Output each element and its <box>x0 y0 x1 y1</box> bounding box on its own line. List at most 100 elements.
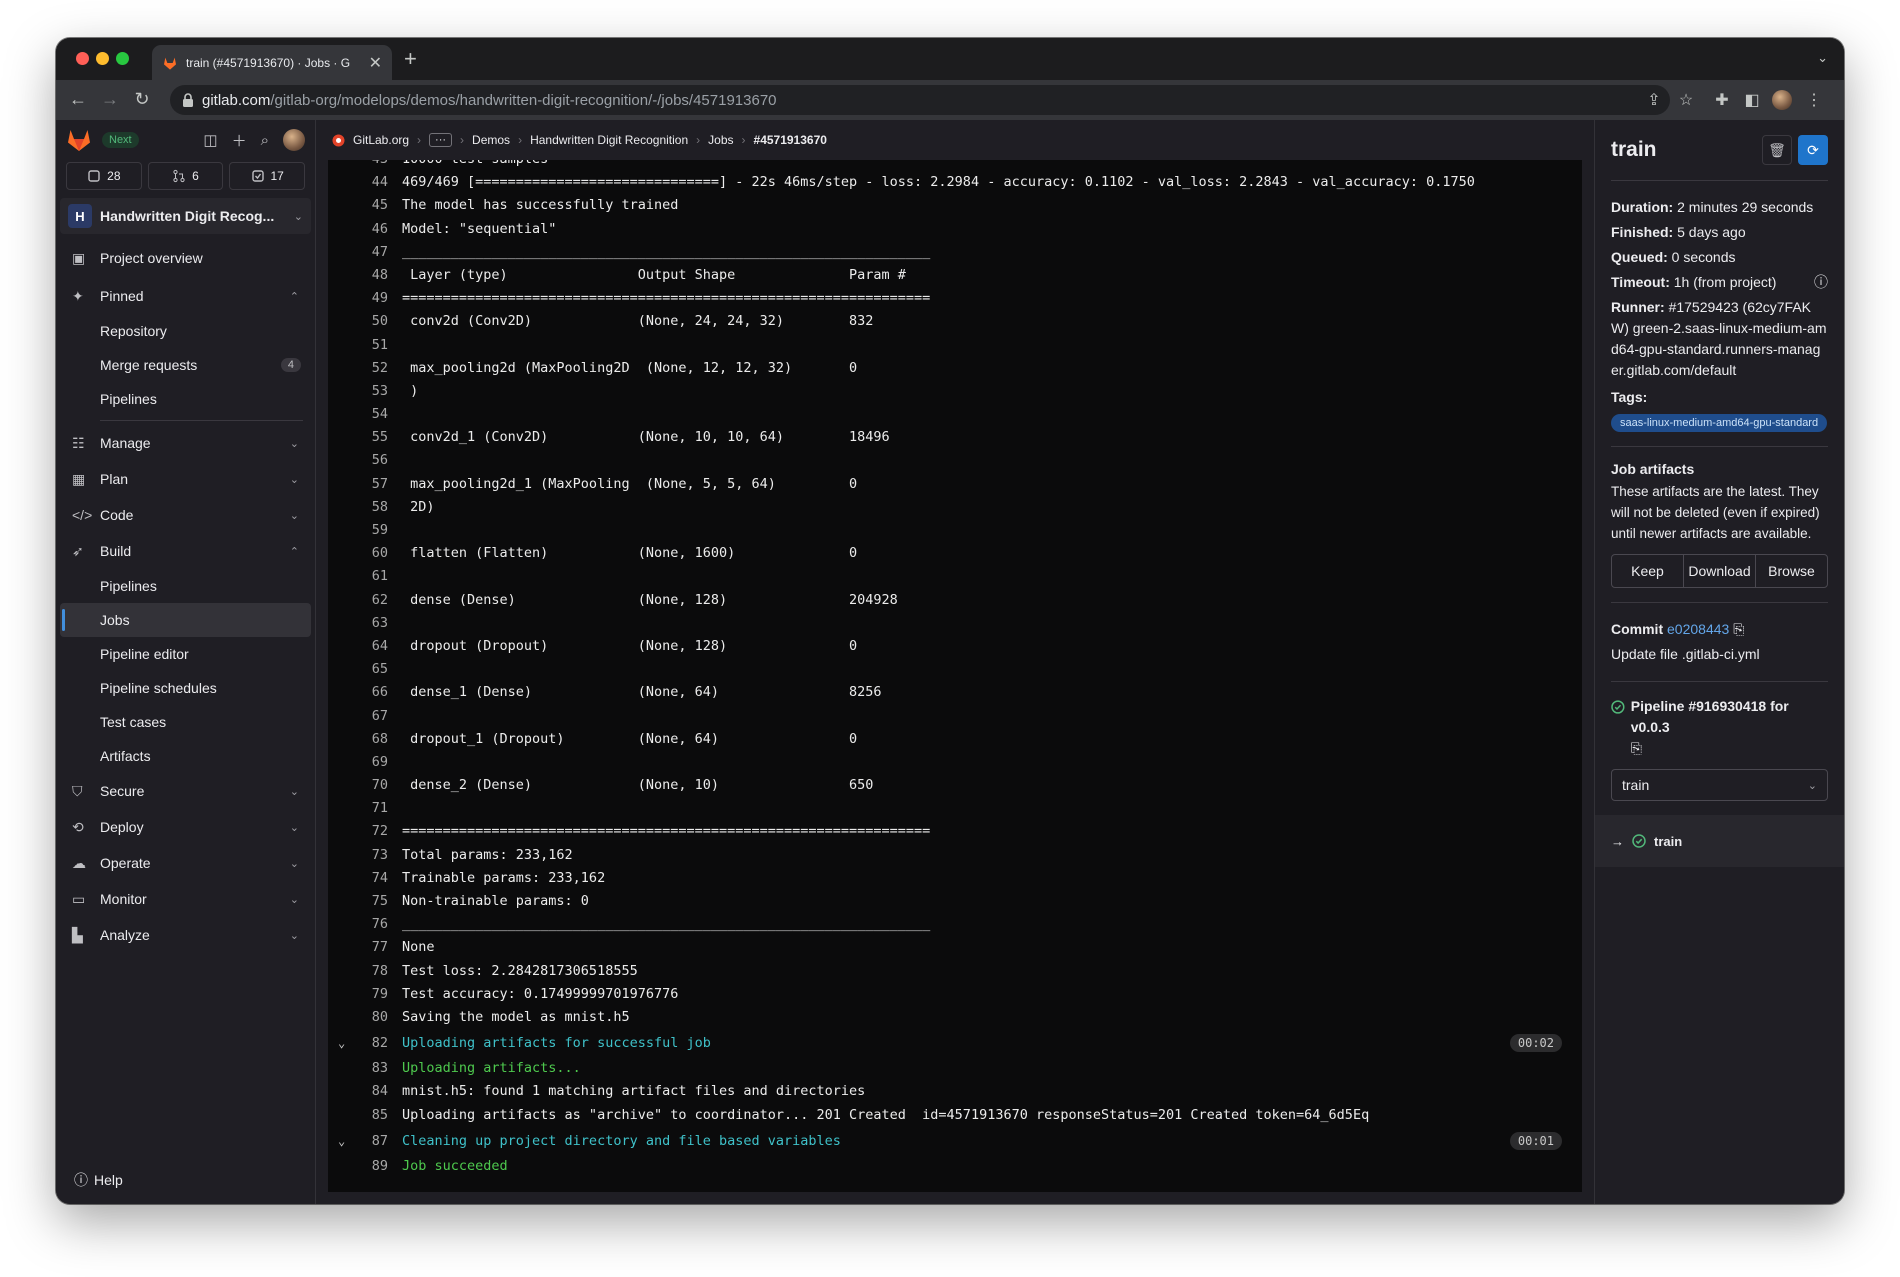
line-number[interactable]: 47 <box>356 241 388 264</box>
keep-button[interactable]: Keep <box>1612 555 1684 587</box>
breadcrumb-job[interactable]: #4571913670 <box>754 133 827 147</box>
retry-job-button[interactable]: ⟳ <box>1798 135 1828 165</box>
breadcrumb-project[interactable]: Handwritten Digit Recognition <box>530 133 688 147</box>
collapse-sidebar-icon[interactable]: ◫ <box>203 131 217 149</box>
nav-pinned[interactable]: ✦ Pinned ⌃ <box>56 278 315 314</box>
line-number[interactable]: 54 <box>356 403 388 426</box>
line-number[interactable]: 71 <box>356 797 388 820</box>
build-item-pipelines[interactable]: Pipelines <box>56 569 315 603</box>
search-icon[interactable]: ⌕ <box>261 132 269 149</box>
line-number[interactable]: 85 <box>356 1104 388 1127</box>
line-number[interactable]: 58 <box>356 496 388 519</box>
log-section-header[interactable]: ⌄ 87 Cleaning up project directory and fil… <box>328 1127 1582 1155</box>
nav-deploy[interactable]: ⟲ Deploy ⌄ <box>56 809 315 845</box>
line-number[interactable]: 89 <box>356 1155 388 1178</box>
build-item-pipeline-schedules[interactable]: Pipeline schedules <box>56 671 315 705</box>
reload-icon[interactable]: ↻ <box>130 89 154 110</box>
todos-counter[interactable]: 17 <box>229 162 306 190</box>
build-item-test-cases[interactable]: Test cases <box>56 705 315 739</box>
merge-requests-counter[interactable]: 6 <box>147 162 224 190</box>
erase-log-button[interactable]: 🗑 <box>1762 135 1792 165</box>
nav-code[interactable]: </> Code ⌄ <box>56 497 315 533</box>
line-number[interactable]: 51 <box>356 334 388 357</box>
commit-sha-link[interactable]: e0208443 <box>1667 621 1729 637</box>
browse-button[interactable]: Browse <box>1756 555 1827 587</box>
build-item-jobs[interactable]: Jobs <box>60 603 311 637</box>
extensions-icon[interactable]: ✚ <box>1712 90 1732 110</box>
pipeline-link[interactable]: Pipeline #916930418 for v0.0.3 <box>1631 698 1789 735</box>
nav-build[interactable]: ➶ Build ⌃ <box>56 533 315 569</box>
line-number[interactable]: 44 <box>356 171 388 194</box>
line-number[interactable]: 48 <box>356 264 388 287</box>
new-tab-button[interactable]: + <box>404 46 417 72</box>
collapse-section-icon[interactable]: ⌄ <box>338 1127 345 1155</box>
line-number[interactable]: 62 <box>356 589 388 612</box>
download-button[interactable]: Download <box>1684 555 1756 587</box>
line-number[interactable]: 49 <box>356 287 388 310</box>
nav-operate[interactable]: ☁ Operate ⌄ <box>56 845 315 881</box>
line-number[interactable]: 73 <box>356 844 388 867</box>
line-number[interactable]: 45 <box>356 194 388 217</box>
collapse-section-icon[interactable]: ⌄ <box>338 1029 345 1057</box>
close-tab-icon[interactable]: ✕ <box>369 53 382 73</box>
line-number[interactable]: 69 <box>356 751 388 774</box>
line-number[interactable]: 64 <box>356 635 388 658</box>
line-number[interactable]: 65 <box>356 658 388 681</box>
line-number[interactable]: 72 <box>356 820 388 843</box>
line-number[interactable]: 50 <box>356 310 388 333</box>
line-number[interactable]: 60 <box>356 542 388 565</box>
line-number[interactable]: 74 <box>356 867 388 890</box>
gitlab-logo-icon[interactable] <box>66 128 92 152</box>
project-switcher[interactable]: H Handwritten Digit Recog... ⌄ <box>60 198 311 234</box>
pinned-item-merge-requests[interactable]: Merge requests 4 <box>56 348 315 382</box>
build-item-artifacts[interactable]: Artifacts <box>56 739 315 773</box>
close-window-button[interactable] <box>76 52 89 65</box>
line-number[interactable]: 53 <box>356 380 388 403</box>
breadcrumb-jobs[interactable]: Jobs <box>708 133 733 147</box>
maximize-window-button[interactable] <box>116 52 129 65</box>
create-new-icon[interactable]: ＋ <box>232 130 247 151</box>
line-number[interactable]: 75 <box>356 890 388 913</box>
line-number[interactable]: 76 <box>356 913 388 936</box>
line-number[interactable]: 68 <box>356 728 388 751</box>
back-icon[interactable]: ← <box>66 89 90 110</box>
nav-monitor[interactable]: ▭ Monitor ⌄ <box>56 881 315 917</box>
line-number[interactable]: 78 <box>356 960 388 983</box>
profile-avatar-icon[interactable] <box>1772 90 1792 110</box>
runner-tag[interactable]: saas-linux-medium-amd64-gpu-standard <box>1611 414 1828 432</box>
breadcrumb-more-button[interactable]: ··· <box>429 133 453 147</box>
line-number[interactable]: 52 <box>356 357 388 380</box>
nav-analyze[interactable]: ▙ Analyze ⌄ <box>56 917 315 953</box>
nav-secure[interactable]: ⛉ Secure ⌄ <box>56 773 315 809</box>
forward-icon[interactable]: → <box>98 89 122 110</box>
line-number[interactable]: 46 <box>356 218 388 241</box>
address-bar[interactable]: gitlab.com/gitlab-org/modelops/demos/han… <box>170 85 1670 115</box>
line-number[interactable]: 66 <box>356 681 388 704</box>
line-number[interactable]: 79 <box>356 983 388 1006</box>
copy-icon[interactable]: ⎘ <box>1733 621 1744 637</box>
next-badge[interactable]: Next <box>102 132 139 148</box>
line-number[interactable]: 84 <box>356 1080 388 1103</box>
nav-plan[interactable]: ▦ Plan ⌄ <box>56 461 315 497</box>
line-number[interactable]: 70 <box>356 774 388 797</box>
line-number[interactable]: 55 <box>356 426 388 449</box>
line-number[interactable]: 77 <box>356 936 388 959</box>
line-number[interactable]: 87 <box>356 1127 388 1155</box>
line-number[interactable]: 83 <box>356 1057 388 1080</box>
browser-menu-icon[interactable]: ⋮ <box>1804 90 1824 110</box>
share-icon[interactable]: ⇪ <box>1644 90 1664 110</box>
job-log[interactable]: 43 10000 test samples 44 469/469 [=========… <box>328 160 1582 1192</box>
line-number[interactable]: 43 <box>356 160 388 171</box>
line-number[interactable]: 63 <box>356 612 388 635</box>
breadcrumb-org[interactable]: GitLab.org <box>353 133 409 147</box>
help-icon[interactable]: ⓘ <box>1814 270 1828 295</box>
breadcrumb-demos[interactable]: Demos <box>472 133 510 147</box>
build-item-pipeline-editor[interactable]: Pipeline editor <box>56 637 315 671</box>
help-button[interactable]: ⓘ Help <box>74 1170 123 1190</box>
side-panel-icon[interactable]: ◧ <box>1742 90 1762 110</box>
pinned-item-pipelines[interactable]: Pipelines <box>56 382 315 416</box>
line-number[interactable]: 80 <box>356 1006 388 1029</box>
line-number[interactable]: 82 <box>356 1029 388 1057</box>
stage-select[interactable]: train ⌄ <box>1611 769 1828 801</box>
line-number[interactable]: 59 <box>356 519 388 542</box>
